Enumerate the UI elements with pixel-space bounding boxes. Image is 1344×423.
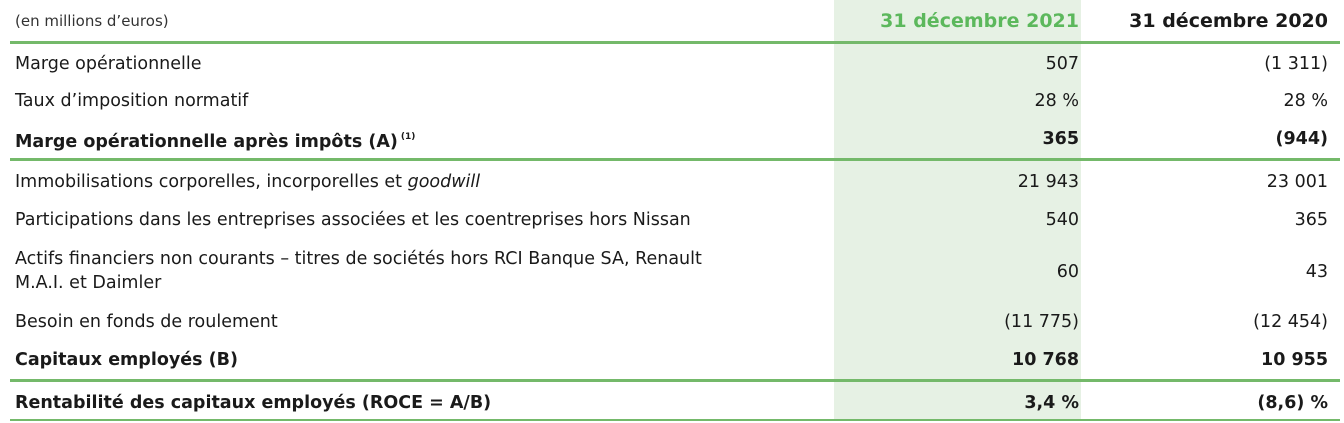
row-label: Participations dans les entreprises asso… — [15, 210, 691, 230]
value-2020: 365 — [1294, 210, 1328, 230]
total-divider — [10, 379, 1340, 382]
value-2021: 365 — [1042, 129, 1079, 149]
table-row: Taux d’imposition normatif 28 % 28 % — [10, 88, 1340, 114]
table-row-subtotal: Marge opérationnelle après impôts (A) (1)… — [10, 126, 1340, 152]
value-2020: (944) — [1275, 129, 1328, 149]
value-2021: 540 — [1045, 210, 1079, 230]
value-2021: (11 775) — [1004, 312, 1079, 332]
row-label: Marge opérationnelle — [15, 54, 202, 74]
row-label: Rentabilité des capitaux employés (ROCE … — [15, 393, 492, 413]
footnote-marker: (1) — [400, 131, 416, 142]
row-label: Besoin en fonds de roulement — [15, 312, 278, 332]
value-2021: 507 — [1045, 54, 1079, 74]
value-2021: 10 768 — [1012, 350, 1079, 370]
row-label: Actifs financiers non courants – titres … — [15, 249, 702, 293]
table-row-subtotal: Capitaux employés (B) 10 768 10 955 — [10, 347, 1340, 373]
table-header: (en millions d’euros) 31 décembre 2021 3… — [10, 8, 1340, 34]
section-divider — [10, 158, 1340, 161]
column-header-2021: 31 décembre 2021 — [880, 10, 1079, 32]
value-2020: (1 311) — [1264, 54, 1328, 74]
row-label: Capitaux employés (B) — [15, 350, 238, 370]
value-2020: 10 955 — [1261, 350, 1328, 370]
value-2021: 28 % — [1034, 91, 1079, 111]
value-2020: (12 454) — [1253, 312, 1328, 332]
table-row-total: Rentabilité des capitaux employés (ROCE … — [10, 390, 1340, 416]
bottom-rule — [10, 419, 1340, 421]
value-2021: 3,4 % — [1024, 393, 1079, 413]
table-row: Immobilisations corporelles, incorporell… — [10, 169, 1340, 195]
column-header-2020: 31 décembre 2020 — [1129, 10, 1328, 32]
table-row: Participations dans les entreprises asso… — [10, 207, 1340, 233]
value-2020: 23 001 — [1266, 172, 1328, 192]
table-row: Besoin en fonds de roulement (11 775) (1… — [10, 309, 1340, 335]
row-label: Marge opérationnelle après impôts (A) (1) — [15, 131, 416, 152]
table-row: Actifs financiers non courants – titres … — [10, 244, 1340, 300]
value-2021: 21 943 — [1017, 172, 1079, 192]
value-2020: 28 % — [1283, 91, 1328, 111]
header-divider — [10, 41, 1340, 44]
row-label: Immobilisations corporelles, incorporell… — [15, 172, 481, 192]
unit-note: (en millions d’euros) — [15, 12, 169, 30]
row-label: Taux d’imposition normatif — [15, 91, 249, 111]
table-row: Marge opérationnelle 507 (1 311) — [10, 51, 1340, 77]
value-2020: (8,6) % — [1257, 393, 1328, 413]
value-2020: 43 — [1305, 262, 1328, 282]
value-2021: 60 — [1056, 262, 1079, 282]
